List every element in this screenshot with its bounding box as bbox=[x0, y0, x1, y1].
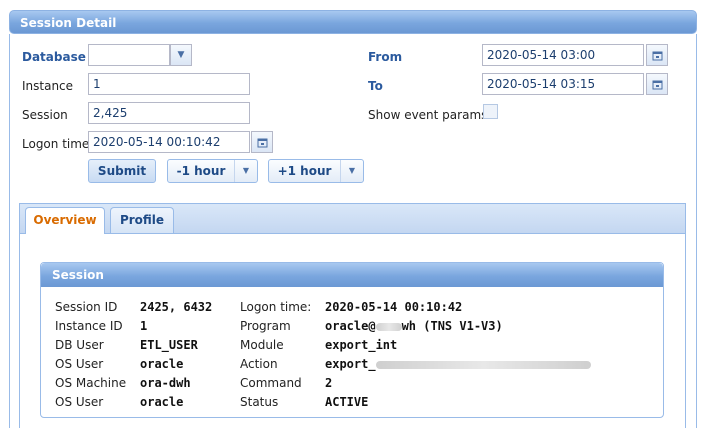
session-panel: Session Session ID 2425, 6432 Instance I… bbox=[40, 262, 664, 418]
os-machine-key: OS Machine bbox=[55, 376, 127, 390]
os-user-value: oracle bbox=[140, 357, 184, 371]
session-input[interactable]: 2,425 bbox=[88, 102, 250, 124]
os-user-key: OS User bbox=[55, 357, 104, 371]
os-machine-value: ora-dwh bbox=[140, 376, 191, 390]
redacted-text bbox=[375, 322, 402, 331]
session-id-value: 2425, 6432 bbox=[140, 300, 213, 314]
database-dropdown-button[interactable]: ▼ bbox=[170, 44, 192, 66]
status-key: Status bbox=[240, 395, 279, 409]
tab-strip: Overview Profile bbox=[20, 204, 685, 234]
instance-id-value: 1 bbox=[140, 319, 148, 333]
window-title: Session Detail bbox=[9, 10, 697, 34]
db-user-key: DB User bbox=[55, 338, 104, 352]
from-input[interactable]: 2020-05-14 03:00 bbox=[482, 44, 644, 66]
session-id-key: Session ID bbox=[55, 300, 118, 314]
program-key: Program bbox=[240, 319, 291, 333]
minus-hour-button[interactable]: -1 hour ▼ bbox=[167, 159, 258, 183]
calendar-icon bbox=[652, 51, 662, 60]
plus-hour-label: +1 hour bbox=[277, 164, 332, 178]
to-label: To bbox=[368, 79, 383, 93]
instance-input[interactable]: 1 bbox=[88, 73, 250, 95]
show-event-params-checkbox[interactable] bbox=[483, 104, 498, 119]
program-value-suffix: wh (TNS V1-V3) bbox=[401, 319, 503, 333]
from-date-button[interactable] bbox=[646, 44, 668, 66]
command-value: 2 bbox=[325, 376, 333, 390]
calendar-icon bbox=[652, 80, 662, 89]
minus-hour-label: -1 hour bbox=[176, 164, 226, 178]
logon-time-input[interactable]: 2020-05-14 00:10:42 bbox=[88, 131, 250, 153]
tab-profile[interactable]: Profile bbox=[110, 207, 174, 233]
logon-time-label: Logon time bbox=[22, 137, 90, 151]
module-key: Module bbox=[240, 338, 284, 352]
os-user-value-2: oracle bbox=[140, 395, 184, 409]
status-value: ACTIVE bbox=[325, 395, 369, 409]
module-value: export_int bbox=[325, 338, 398, 352]
tab-panel: Overview Profile Session Session ID 2425… bbox=[19, 203, 686, 428]
submit-button[interactable]: Submit bbox=[88, 159, 156, 183]
session-label: Session bbox=[22, 108, 68, 122]
show-event-params-label: Show event params bbox=[368, 108, 488, 122]
program-value-prefix: oracle@ bbox=[325, 319, 376, 333]
plus-hour-button[interactable]: +1 hour ▼ bbox=[268, 159, 364, 183]
to-input[interactable]: 2020-05-14 03:15 bbox=[482, 73, 644, 95]
calendar-icon bbox=[257, 138, 267, 147]
program-value: oracle@ wh (TNS V1-V3) bbox=[325, 319, 503, 334]
to-date-button[interactable] bbox=[646, 73, 668, 95]
tab-overview[interactable]: Overview bbox=[25, 207, 105, 234]
redacted-text bbox=[375, 360, 591, 369]
chevron-down-icon[interactable]: ▼ bbox=[234, 160, 257, 182]
instance-label: Instance bbox=[22, 79, 74, 93]
chevron-down-icon: ▼ bbox=[177, 50, 185, 60]
action-value-prefix: export_ bbox=[325, 357, 376, 371]
logon-time-date-button[interactable] bbox=[251, 131, 273, 153]
os-user-key-2: OS User bbox=[55, 395, 104, 409]
database-combo[interactable] bbox=[88, 44, 170, 66]
logon-time-value: 2020-05-14 00:10:42 bbox=[325, 300, 463, 314]
instance-id-key: Instance ID bbox=[55, 319, 123, 333]
session-panel-title: Session bbox=[41, 263, 663, 287]
db-user-value: ETL_USER bbox=[140, 338, 198, 352]
logon-time-key: Logon time: bbox=[240, 300, 312, 314]
action-key: Action bbox=[240, 357, 278, 371]
from-label: From bbox=[368, 50, 403, 64]
action-value: export_ bbox=[325, 357, 591, 372]
database-label: Database bbox=[22, 50, 86, 64]
command-key: Command bbox=[240, 376, 302, 390]
chevron-down-icon[interactable]: ▼ bbox=[340, 160, 363, 182]
